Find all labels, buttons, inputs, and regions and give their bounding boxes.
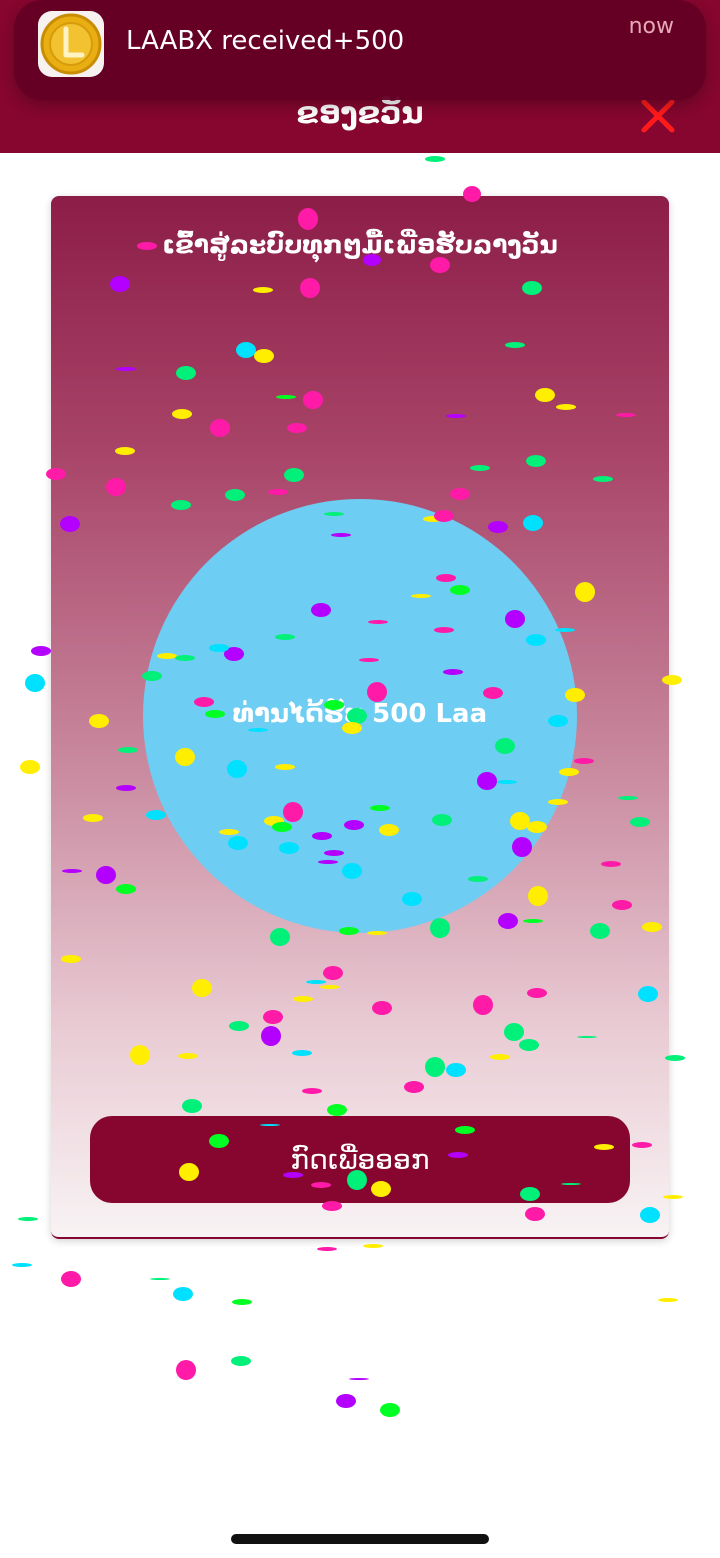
card-heading: ເຂົ້າສູ່ລະບົບທຸກໆມື້ເພື່ອຮັບລາງວັນ	[162, 230, 558, 259]
confetti-piece	[232, 1299, 252, 1305]
confetti-piece	[25, 674, 45, 692]
reward-card: ເຂົ້າສູ່ລະບົບທຸກໆມື້ເພື່ອຮັບລາງວັນ ທ່ານໄ…	[51, 196, 669, 1239]
confetti-piece	[349, 1378, 369, 1380]
notification-message: LAABX received+500	[126, 26, 405, 56]
exit-button[interactable]: ກົດເພື່ອອອກ	[90, 1116, 630, 1203]
close-button[interactable]	[636, 96, 680, 136]
confetti-piece	[380, 1403, 400, 1417]
laabx-app-icon	[38, 11, 104, 77]
laabx-coin-icon	[40, 13, 102, 75]
confetti-piece	[176, 1360, 196, 1380]
confetti-piece	[31, 646, 51, 656]
notification-time: now	[628, 14, 674, 39]
confetti-piece	[18, 1217, 38, 1221]
page-title: ຂອງຂວັນ	[296, 96, 424, 131]
confetti-piece	[20, 760, 40, 774]
reward-amount: ທ່ານໄດ້ຮັບ 500 Laa	[232, 699, 488, 729]
confetti-piece	[336, 1394, 356, 1408]
confetti-piece	[61, 1271, 81, 1287]
confetti-piece	[12, 1263, 32, 1267]
confetti-piece	[150, 1278, 170, 1280]
confetti-piece	[317, 1247, 337, 1251]
confetti-piece	[231, 1356, 251, 1366]
reward-circle: ທ່ານໄດ້ຮັບ 500 Laa	[143, 499, 577, 933]
notification-banner[interactable]: LAABX received+500 now	[14, 0, 706, 100]
close-x-icon	[641, 99, 675, 133]
confetti-piece	[425, 156, 445, 162]
confetti-piece	[173, 1287, 193, 1301]
home-indicator[interactable]	[231, 1534, 489, 1544]
confetti-piece	[658, 1298, 678, 1302]
confetti-piece	[363, 1244, 383, 1248]
